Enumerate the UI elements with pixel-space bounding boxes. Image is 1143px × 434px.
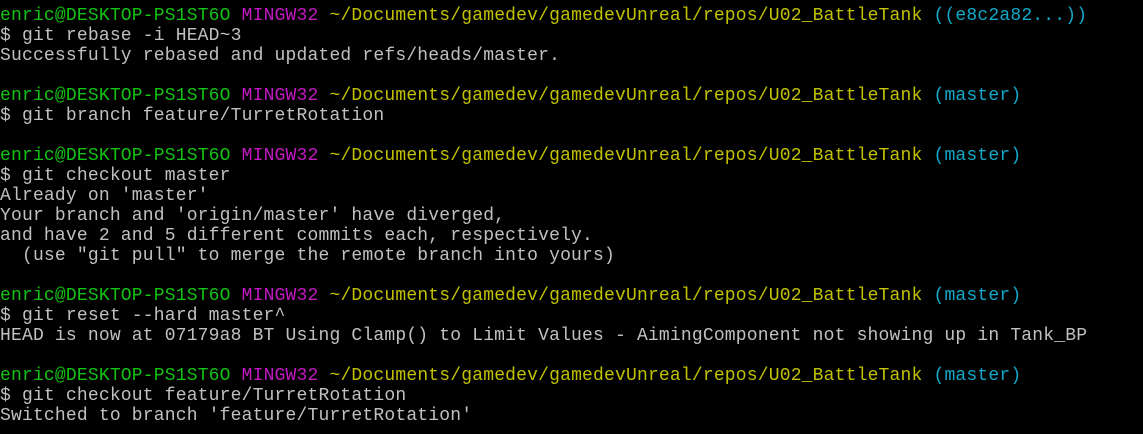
prompt-user-host: enric@DESKTOP-PS1ST6O — [0, 286, 231, 306]
prompt-path: ~/Documents/gamedev/gamedevUnreal/repos/… — [329, 366, 923, 386]
command-text: $ git rebase -i HEAD~3 — [0, 26, 242, 46]
prompt-line: enric@DESKTOP-PS1ST6O MINGW32 ~/Document… — [0, 366, 1143, 386]
command-line: $ git rebase -i HEAD~3 — [0, 26, 1143, 46]
terminal-window[interactable]: enric@DESKTOP-PS1ST6O MINGW32 ~/Document… — [0, 0, 1143, 426]
prompt-branch: (master) — [933, 146, 1022, 166]
prompt-line: enric@DESKTOP-PS1ST6O MINGW32 ~/Document… — [0, 286, 1143, 306]
prompt-branch: ((e8c2a82...)) — [933, 6, 1088, 26]
prompt-system: MINGW32 — [241, 286, 319, 306]
prompt-user-host: enric@DESKTOP-PS1ST6O — [0, 6, 231, 26]
prompt-path: ~/Documents/gamedev/gamedevUnreal/repos/… — [329, 6, 923, 26]
command-line: $ git branch feature/TurretRotation — [0, 106, 1143, 126]
prompt-user-host: enric@DESKTOP-PS1ST6O — [0, 86, 231, 106]
output-text: Switched to branch 'feature/TurretRotati… — [0, 406, 473, 426]
output-text: Already on 'master' — [0, 186, 209, 206]
output-text: and have 2 and 5 different commits each,… — [0, 226, 594, 246]
prompt-branch: (master) — [933, 86, 1022, 106]
output-line: Switched to branch 'feature/TurretRotati… — [0, 406, 1143, 426]
prompt-path: ~/Documents/gamedev/gamedevUnreal/repos/… — [329, 146, 923, 166]
prompt-path: ~/Documents/gamedev/gamedevUnreal/repos/… — [329, 86, 923, 106]
prompt-path: ~/Documents/gamedev/gamedevUnreal/repos/… — [329, 286, 923, 306]
prompt-system: MINGW32 — [241, 6, 319, 26]
output-text: HEAD is now at 07179a8 BT Using Clamp() … — [0, 326, 1088, 346]
command-line: $ git checkout feature/TurretRotation — [0, 386, 1143, 406]
output-line: Already on 'master' — [0, 186, 1143, 206]
command-text: $ git checkout feature/TurretRotation — [0, 386, 407, 406]
output-text: Your branch and 'origin/master' have div… — [0, 206, 506, 226]
command-line: $ git reset --hard master^ — [0, 306, 1143, 326]
prompt-line: enric@DESKTOP-PS1ST6O MINGW32 ~/Document… — [0, 146, 1143, 166]
command-line: $ git checkout master — [0, 166, 1143, 186]
output-line: Your branch and 'origin/master' have div… — [0, 206, 1143, 226]
prompt-user-host: enric@DESKTOP-PS1ST6O — [0, 146, 231, 166]
prompt-branch: (master) — [933, 366, 1022, 386]
command-text: $ git reset --hard master^ — [0, 306, 286, 326]
command-text: $ git branch feature/TurretRotation — [0, 106, 385, 126]
prompt-user-host: enric@DESKTOP-PS1ST6O — [0, 366, 231, 386]
output-text: Successfully rebased and updated refs/he… — [0, 46, 561, 66]
prompt-line: enric@DESKTOP-PS1ST6O MINGW32 ~/Document… — [0, 86, 1143, 106]
prompt-line: enric@DESKTOP-PS1ST6O MINGW32 ~/Document… — [0, 6, 1143, 26]
prompt-system: MINGW32 — [241, 366, 319, 386]
prompt-branch: (master) — [933, 286, 1022, 306]
prompt-system: MINGW32 — [241, 146, 319, 166]
output-line: HEAD is now at 07179a8 BT Using Clamp() … — [0, 326, 1143, 346]
output-line: and have 2 and 5 different commits each,… — [0, 226, 1143, 246]
prompt-system: MINGW32 — [241, 86, 319, 106]
output-line: Successfully rebased and updated refs/he… — [0, 46, 1143, 66]
command-text: $ git checkout master — [0, 166, 231, 186]
output-line: (use "git pull" to merge the remote bran… — [0, 246, 1143, 266]
output-text: (use "git pull" to merge the remote bran… — [0, 246, 615, 266]
